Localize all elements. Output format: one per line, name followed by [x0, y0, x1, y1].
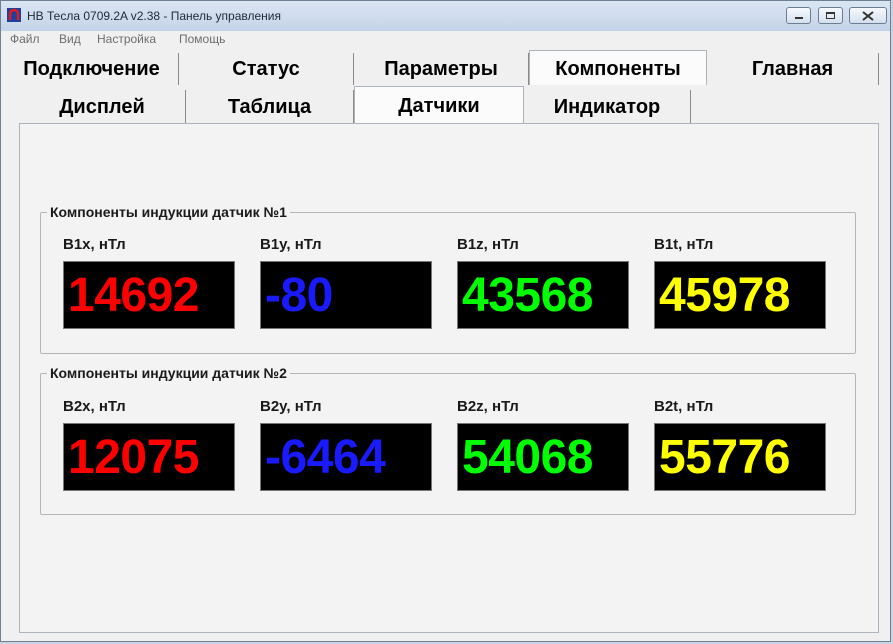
b2t-display: 55776 [654, 423, 826, 491]
b2x-label: B2x, нТл [63, 398, 126, 415]
menu-file[interactable]: Файл [10, 32, 40, 46]
b2x-value: 12075 [68, 431, 199, 484]
minimize-button[interactable] [786, 7, 811, 24]
minimize-icon [795, 17, 803, 19]
b1t-value: 45978 [659, 269, 790, 322]
b1x-value: 14692 [68, 269, 199, 322]
sensor-2-group: Компоненты индукции датчик №2 B2x, нТл B… [40, 365, 856, 515]
b2y-value: -6464 [265, 431, 386, 484]
b1y-label: B1y, нТл [260, 236, 322, 253]
window-title: HB Тесла 0709.2A v2.38 - Панель управлен… [27, 9, 281, 23]
b1t-display: 45978 [654, 261, 826, 329]
tab-indicator[interactable]: Индикатор [524, 90, 691, 124]
b2t-label: B2t, нТл [654, 398, 714, 415]
sensor-2-group-title: Компоненты индукции датчик №2 [47, 365, 290, 381]
b2y-label: B2y, нТл [260, 398, 322, 415]
tab-status[interactable]: Статус [179, 53, 354, 85]
b1x-label: B1x, нТл [63, 236, 126, 253]
b1z-value: 43568 [462, 269, 593, 322]
sensor-1-group: Компоненты индукции датчик №1 B1x, нТл B… [40, 204, 856, 354]
tab-connection[interactable]: Подключение [5, 53, 179, 85]
tab-components[interactable]: Компоненты [529, 50, 707, 85]
sensor-1-group-title: Компоненты индукции датчик №1 [47, 204, 290, 220]
maximize-button[interactable] [818, 7, 843, 24]
tab-sensors[interactable]: Датчики [354, 86, 524, 124]
b1y-value: -80 [265, 269, 333, 322]
menu-settings[interactable]: Настройка [97, 32, 156, 46]
tab-main[interactable]: Главная [707, 53, 879, 85]
b2z-label: B2z, нТл [457, 398, 519, 415]
b1y-display: -80 [260, 261, 432, 329]
tab-display[interactable]: Дисплей [19, 90, 186, 124]
b2t-value: 55776 [659, 431, 790, 484]
close-button[interactable] [849, 7, 887, 24]
tab-table[interactable]: Таблица [186, 90, 354, 124]
app-window: HB Тесла 0709.2A v2.38 - Панель управлен… [0, 0, 891, 642]
sensors-panel: Компоненты индукции датчик №1 B1x, нТл B… [19, 123, 879, 633]
b2x-display: 12075 [63, 423, 235, 491]
menu-view[interactable]: Вид [59, 32, 81, 46]
close-icon [862, 11, 874, 21]
b1t-label: B1t, нТл [654, 236, 714, 253]
b1x-display: 14692 [63, 261, 235, 329]
tab-parameters[interactable]: Параметры [354, 53, 529, 85]
b2z-display: 54068 [457, 423, 629, 491]
magnet-icon [7, 8, 21, 22]
b1z-label: B1z, нТл [457, 236, 519, 253]
title-bar[interactable]: HB Тесла 0709.2A v2.38 - Панель управлен… [1, 1, 890, 31]
restore-icon [826, 12, 835, 19]
menu-help[interactable]: Помощь [179, 32, 225, 46]
b2z-value: 54068 [462, 431, 593, 484]
b2y-display: -6464 [260, 423, 432, 491]
menu-bar: Файл Вид Настройка Помощь [1, 31, 890, 49]
b1z-display: 43568 [457, 261, 629, 329]
